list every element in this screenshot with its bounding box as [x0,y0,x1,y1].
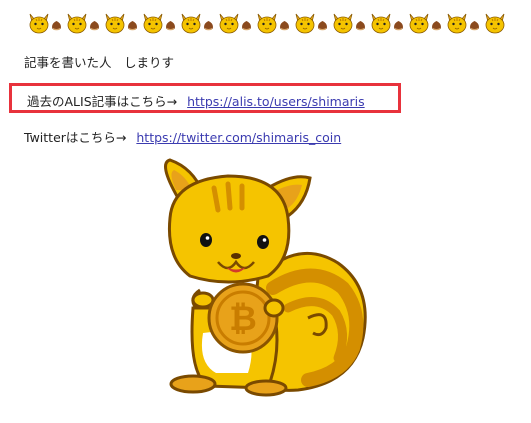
squirrel-chestnut-border [29,13,505,34]
squirrel-face-icon [409,13,429,34]
author-text: 記事を書いた人 しまりす [24,55,175,70]
emoji-banner [28,10,508,34]
twitter-line: Twitterはこちら→ https://twitter.com/shimaris… [24,127,341,146]
chestnut-icon [394,21,403,31]
chestnut-icon [242,21,251,31]
squirrel-face-icon [29,13,49,34]
alis-line: 過去のALIS記事はこちら→ https://alis.to/users/shim… [27,91,365,110]
squirrel-face-icon [67,13,87,34]
chestnut-icon [166,21,175,31]
chestnut-icon [52,21,61,31]
chestnut-icon [318,21,327,31]
squirrel-face-icon [295,13,315,34]
squirrel-face-icon [485,13,505,34]
chestnut-icon [280,21,289,31]
squirrel-face-icon [181,13,201,34]
author-line: 記事を書いた人 しまりす [24,52,174,71]
chestnut-icon [204,21,213,31]
squirrel-face-icon [447,13,467,34]
squirrel-face-icon [333,13,353,34]
squirrel-face-icon [143,13,163,34]
alis-link[interactable]: https://alis.to/users/shimaris [187,94,365,109]
twitter-label: Twitterはこちら→ [24,130,127,145]
chestnut-icon [470,21,479,31]
chestnut-icon [356,21,365,31]
squirrel-holding-bitcoin-illustration: ₿ [164,158,367,397]
squirrel-face-icon [257,13,277,34]
squirrel-face-icon [105,13,125,34]
chestnut-icon [128,21,137,31]
chestnut-icon [90,21,99,31]
chestnut-icon [432,21,441,31]
alis-label: 過去のALIS記事はこちら→ [27,94,178,109]
svg-text:₿: ₿ [229,299,257,339]
bitcoin-coin-icon: ₿ [207,282,279,354]
squirrel-face-icon [219,13,239,34]
twitter-link[interactable]: https://twitter.com/shimaris_coin [136,130,341,145]
squirrel-face-icon [371,13,391,34]
